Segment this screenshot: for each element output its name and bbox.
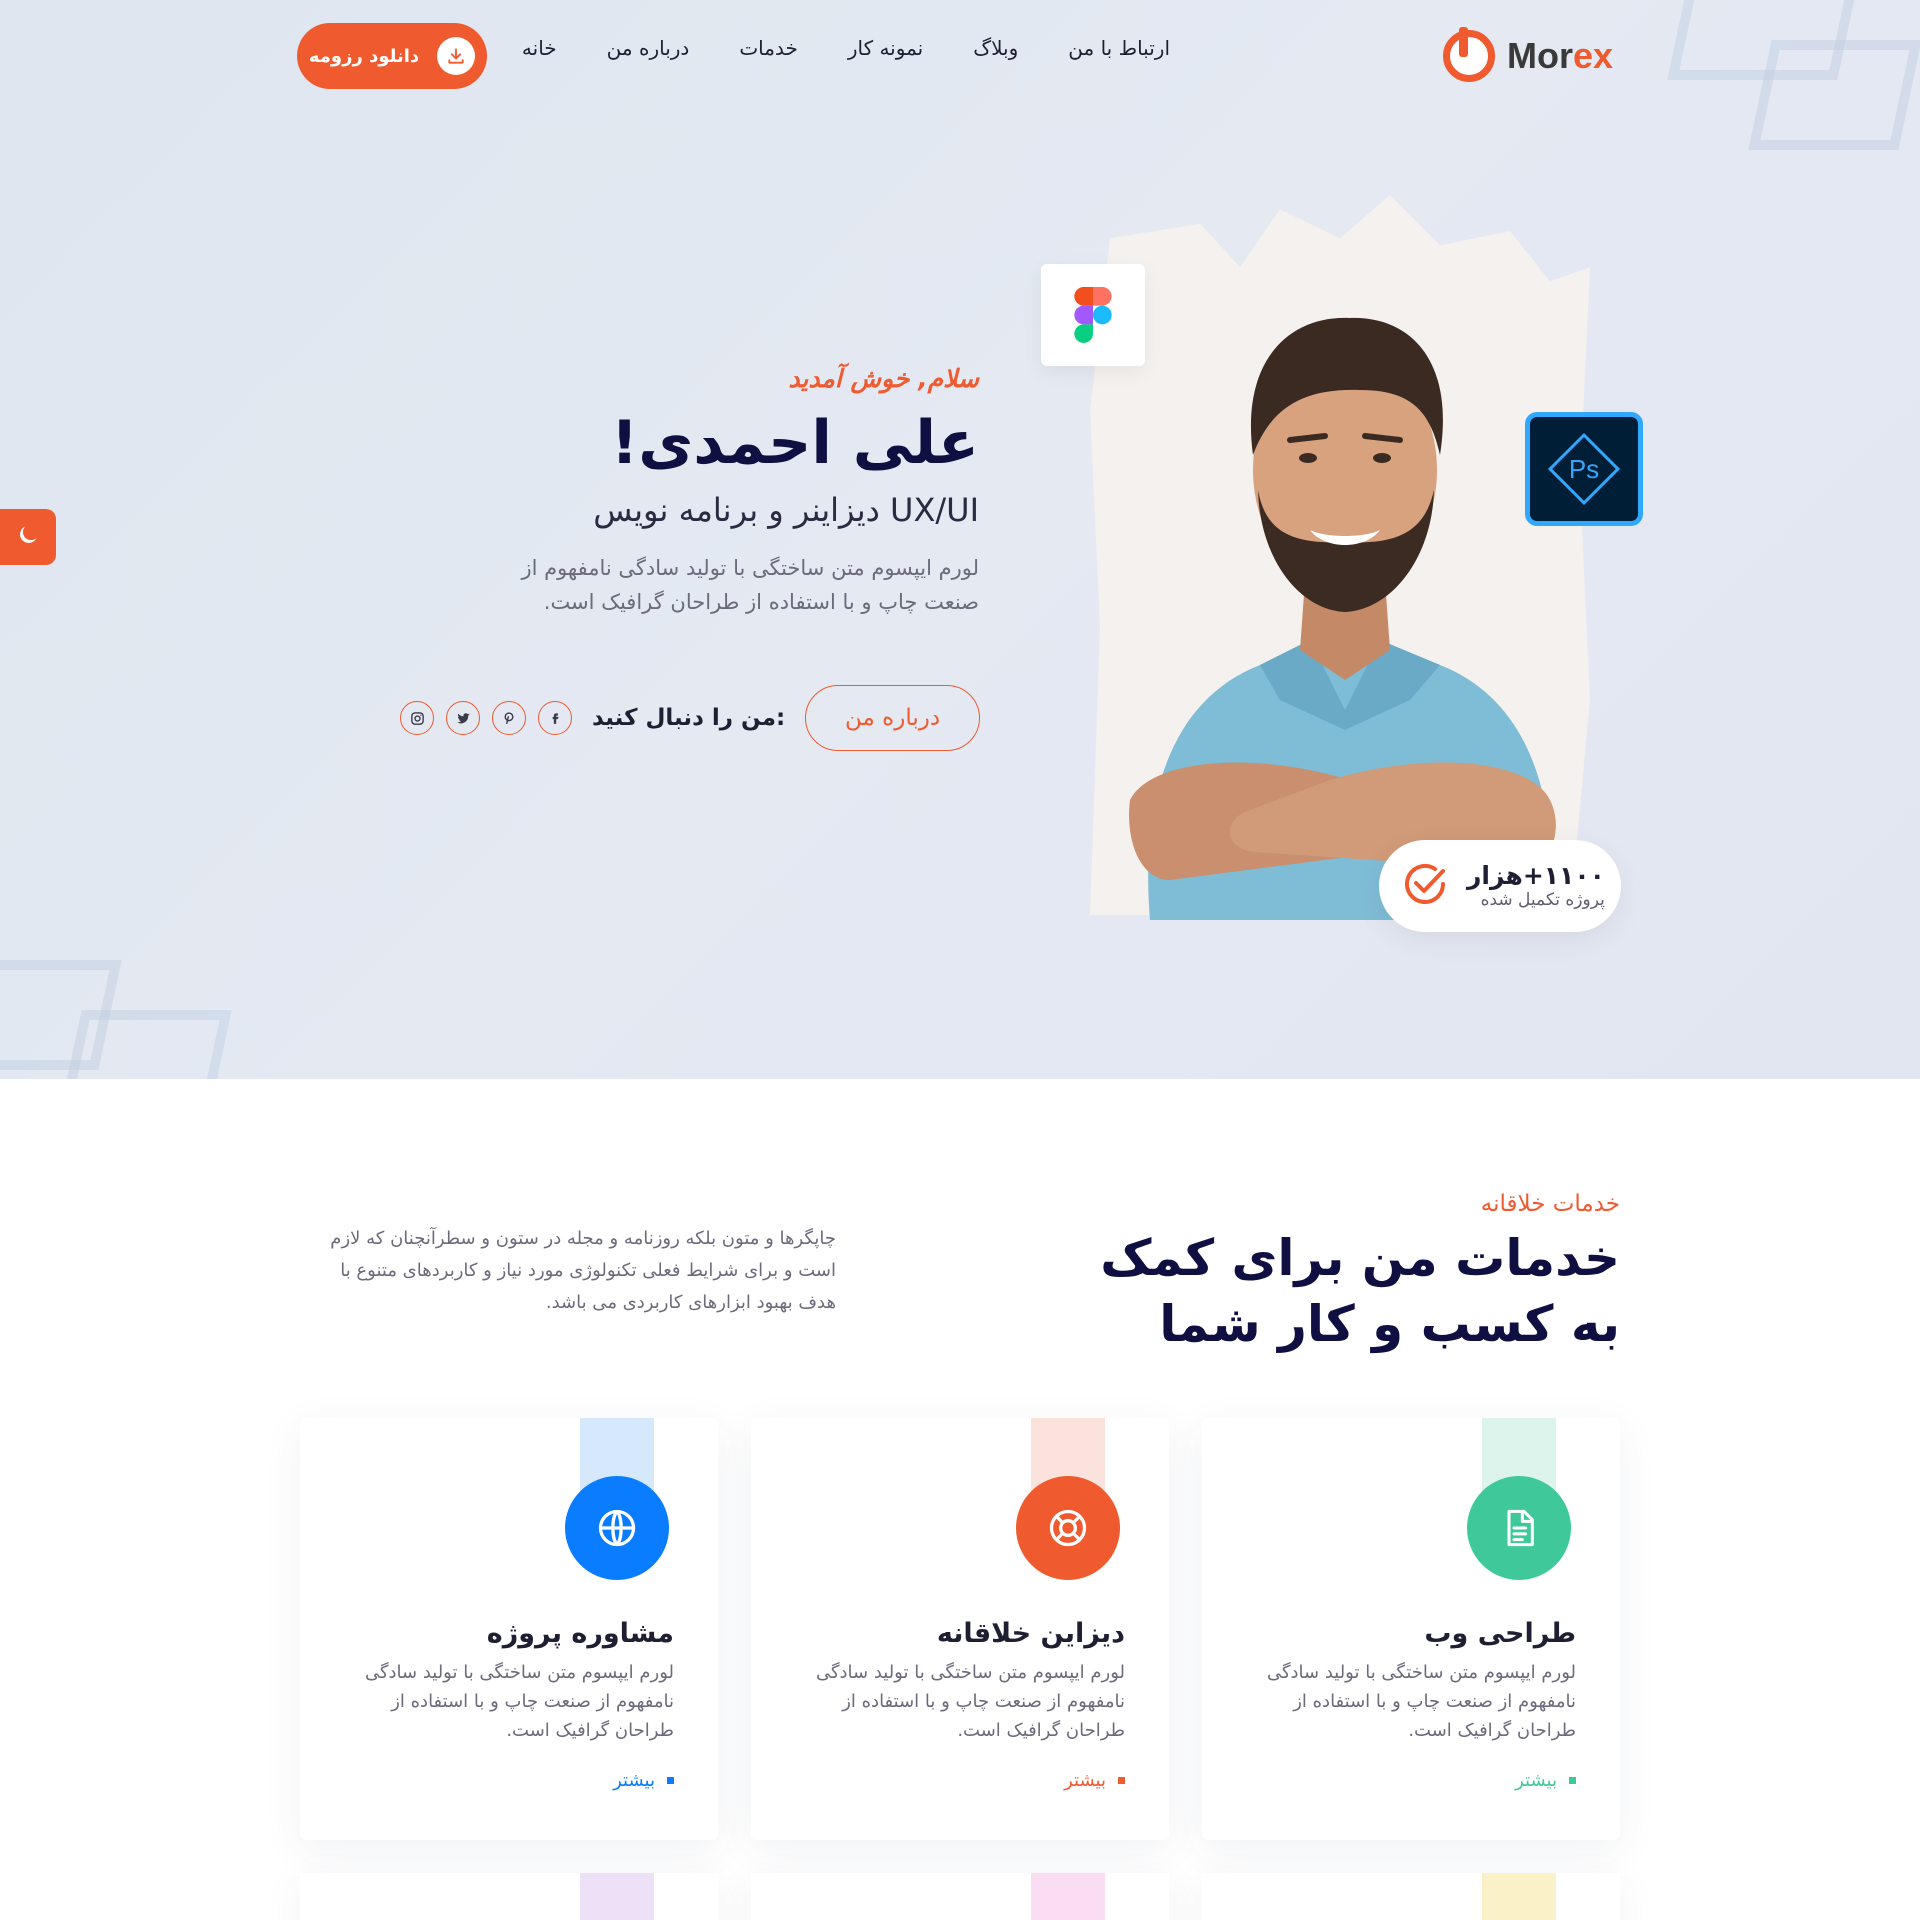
card-accent-band <box>1482 1873 1556 1920</box>
card-icon-circle <box>1016 1476 1120 1580</box>
nav-item-blog[interactable]: وبلاگ <box>973 36 1018 60</box>
service-card-creative-design[interactable]: دیزاین خلاقانه لورم ایپسوم متن ساختگی با… <box>751 1418 1169 1840</box>
nav-item-portfolio[interactable]: نمونه کار <box>848 36 923 60</box>
portrait-image <box>1129 317 1556 920</box>
hero-name: علی احمدی! <box>610 408 979 478</box>
card-more-label: بیشتر <box>613 1770 655 1791</box>
stat-label: پروژه تکمیل شده <box>1480 889 1605 910</box>
bullet-square-icon <box>1118 1777 1125 1784</box>
globe-icon <box>598 1509 636 1547</box>
card-more-link[interactable]: بیشتر <box>1064 1770 1125 1791</box>
decor-pattern <box>58 1010 232 1079</box>
hero-greeting: سلام, خوش آمدید <box>788 364 979 393</box>
card-description: لورم ایپسوم متن ساختگی با تولید سادگی نا… <box>815 1662 1125 1741</box>
about-me-button[interactable]: درباره من <box>805 685 980 751</box>
card-accent-band <box>1031 1873 1105 1920</box>
card-more-label: بیشتر <box>1064 1770 1106 1791</box>
hero-cta-row: درباره من من را دنبال کنید: <box>400 685 980 751</box>
card-accent-band <box>580 1873 654 1920</box>
moon-icon <box>15 522 41 552</box>
card-more-label: بیشتر <box>1515 1770 1557 1791</box>
facebook-icon[interactable] <box>538 701 572 735</box>
service-card-peek <box>751 1873 1169 1920</box>
stat-text: ۱۱۰۰+هزار پروژه تکمیل شده <box>1467 862 1605 910</box>
service-card-project-consulting[interactable]: مشاوره پروژه لورم ایپسوم متن ساختگی با ت… <box>300 1418 718 1840</box>
bullet-square-icon <box>1569 1777 1576 1784</box>
card-title: دیزاین خلاقانه <box>936 1618 1125 1649</box>
services-title: خدمات من برای کمک به کسب و کار شما <box>1100 1229 1620 1353</box>
brand-logo[interactable]: Morex <box>1443 27 1623 84</box>
figma-icon <box>1074 287 1112 343</box>
decor-pattern <box>1748 40 1920 150</box>
social-links <box>400 701 572 735</box>
nav-item-services[interactable]: خدمات <box>739 36 798 60</box>
hero-role: UX/UI دیزاینر و برنامه نویس <box>593 491 979 529</box>
figma-badge <box>1041 264 1145 366</box>
pinterest-icon[interactable] <box>492 701 526 735</box>
card-more-link[interactable]: بیشتر <box>1515 1770 1576 1791</box>
card-title: طراحی وب <box>1424 1618 1576 1649</box>
hero-intro: سلام, خوش آمدید علی احمدی! UX/UI دیزاینر… <box>339 364 979 619</box>
main-nav: خانه درباره من خدمات نمونه کار وبلاگ ارت… <box>522 36 1170 60</box>
svg-text:Ps: Ps <box>1569 454 1599 484</box>
follow-label: من را دنبال کنید: <box>592 705 786 731</box>
card-description: لورم ایپسوم متن ساختگی با تولید سادگی نا… <box>1266 1662 1576 1741</box>
card-icon-circle <box>1467 1476 1571 1580</box>
photoshop-badge: Ps <box>1525 412 1643 526</box>
services-kicker: خدمات خلاقانه <box>1480 1191 1620 1217</box>
projects-stat-card: ۱۱۰۰+هزار پروژه تکمیل شده <box>1379 840 1621 932</box>
logo-mark-icon <box>1443 27 1495 82</box>
photoshop-icon: Ps <box>1547 432 1621 506</box>
card-description: لورم ایپسوم متن ساختگی با تولید سادگی نا… <box>364 1662 674 1741</box>
dark-mode-toggle[interactable] <box>0 509 56 565</box>
service-card-peek <box>1202 1873 1620 1920</box>
card-title: مشاوره پروژه <box>486 1618 674 1649</box>
hero-description: لورم ایپسوم متن ساختگی با تولید سادگی نا… <box>521 556 979 614</box>
instagram-icon[interactable] <box>400 701 434 735</box>
download-icon <box>437 37 476 75</box>
lifebuoy-icon <box>1049 1509 1087 1547</box>
bullet-square-icon <box>667 1777 674 1784</box>
check-circle-icon <box>1399 858 1451 914</box>
brand-name: Morex <box>1507 35 1614 76</box>
stat-number: ۱۱۰۰+هزار <box>1467 861 1605 891</box>
nav-item-about[interactable]: درباره من <box>607 36 690 60</box>
twitter-icon[interactable] <box>446 701 480 735</box>
card-more-link[interactable]: بیشتر <box>613 1770 674 1791</box>
service-card-peek <box>300 1873 718 1920</box>
document-icon <box>1507 1509 1534 1547</box>
service-card-web-design[interactable]: طراحی وب لورم ایپسوم متن ساختگی با تولید… <box>1202 1418 1620 1840</box>
nav-item-contact[interactable]: ارتباط با من <box>1068 36 1170 60</box>
download-resume-label: دانلود رزومه <box>308 45 420 67</box>
nav-item-home[interactable]: خانه <box>522 36 557 60</box>
services-description: چاپگرها و متون بلکه روزنامه و مجله در ست… <box>330 1228 836 1313</box>
download-resume-button[interactable]: دانلود رزومه <box>297 23 487 89</box>
card-icon-circle <box>565 1476 669 1580</box>
